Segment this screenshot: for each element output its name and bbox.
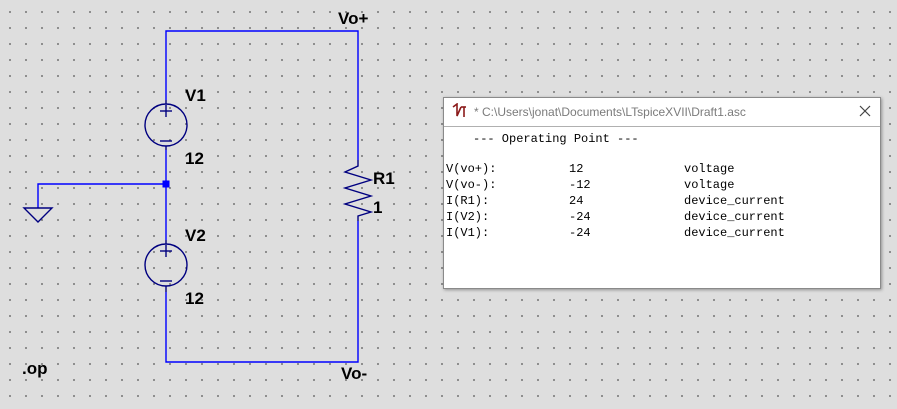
net-label-vo-plus[interactable]: Vo+ (338, 9, 368, 29)
op-node-type: voltage (684, 162, 735, 176)
window-titlebar[interactable]: * C:\Users\jonat\Documents\LTspiceXVII\D… (444, 98, 880, 127)
op-header: --- Operating Point --- (473, 132, 639, 146)
ltspice-icon (452, 102, 468, 119)
op-node-type: device_current (684, 226, 785, 240)
ground-symbol[interactable] (22, 207, 54, 223)
op-result-row: I(V1): -24 device_current (446, 225, 876, 241)
op-node-type: device_current (684, 194, 785, 208)
v1-source-symbol[interactable] (144, 100, 188, 150)
op-node-name: V(vo+): (446, 162, 497, 176)
r1-resistor-symbol[interactable] (342, 160, 374, 221)
r1-value-label[interactable]: 1 (373, 198, 382, 218)
junction-dot (162, 180, 170, 188)
op-node-name: V(vo-): (446, 178, 497, 192)
op-node-value: 12 (569, 162, 584, 176)
op-node-name: I(R1): (446, 194, 490, 208)
wires (37, 30, 359, 363)
v2-ref-label[interactable]: V2 (185, 226, 206, 246)
r1-ref-label[interactable]: R1 (373, 169, 395, 189)
close-button[interactable] (850, 98, 880, 126)
window-title: * C:\Users\jonat\Documents\LTspiceXVII\D… (474, 105, 746, 119)
operating-point-window[interactable]: * C:\Users\jonat\Documents\LTspiceXVII\D… (443, 97, 881, 289)
op-results-body[interactable]: --- Operating Point --- V(vo+): 12 volta… (446, 129, 878, 286)
op-node-type: voltage (684, 178, 735, 192)
op-node-value: -12 (569, 178, 591, 192)
op-node-value: 24 (569, 194, 584, 208)
close-icon (859, 105, 871, 117)
v1-value-label[interactable]: 12 (185, 149, 204, 169)
op-node-name: I(V2): (446, 210, 490, 224)
op-node-type: device_current (684, 210, 785, 224)
v1-ref-label[interactable]: V1 (185, 86, 206, 106)
v2-source-symbol[interactable] (144, 240, 188, 292)
op-node-value: -24 (569, 226, 591, 240)
op-result-row: I(V2): -24 device_current (446, 209, 876, 225)
op-node-name: I(V1): (446, 226, 490, 240)
op-result-row: V(vo+): 12 voltage (446, 161, 876, 177)
op-node-value: -24 (569, 210, 591, 224)
v2-value-label[interactable]: 12 (185, 289, 204, 309)
op-directive[interactable]: .op (22, 359, 48, 379)
op-result-row: V(vo-): -12 voltage (446, 177, 876, 193)
wire-ground[interactable] (37, 183, 166, 208)
net-label-vo-minus[interactable]: Vo- (341, 364, 367, 384)
op-result-row: I(R1): 24 device_current (446, 193, 876, 209)
